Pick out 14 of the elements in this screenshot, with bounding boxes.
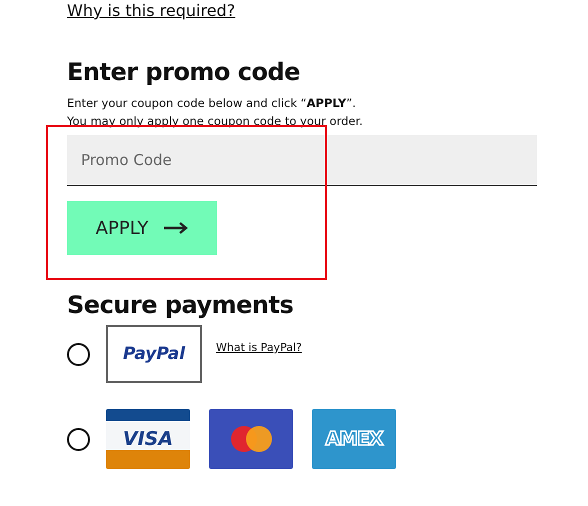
promo-code-field[interactable]: Promo Code (67, 135, 537, 186)
promo-heading: Enter promo code (67, 58, 301, 86)
what-is-paypal-link[interactable]: What is PayPal? (216, 341, 302, 354)
why-required-link[interactable]: Why is this required? (67, 1, 236, 20)
radio-button[interactable] (67, 342, 90, 366)
apply-button[interactable]: APPLY (67, 201, 217, 255)
amex-card-icon: AMEX (312, 409, 396, 469)
arrow-icon (164, 222, 188, 234)
paypal-logo: PayPal (106, 325, 202, 383)
payments-heading: Secure payments (67, 291, 294, 319)
instruction-text: Enter your coupon code below and click “APPLY”. (67, 95, 357, 112)
mastercard-icon (209, 409, 293, 469)
visa-card-icon: VISA (106, 409, 190, 469)
radio-button[interactable] (67, 428, 90, 450)
